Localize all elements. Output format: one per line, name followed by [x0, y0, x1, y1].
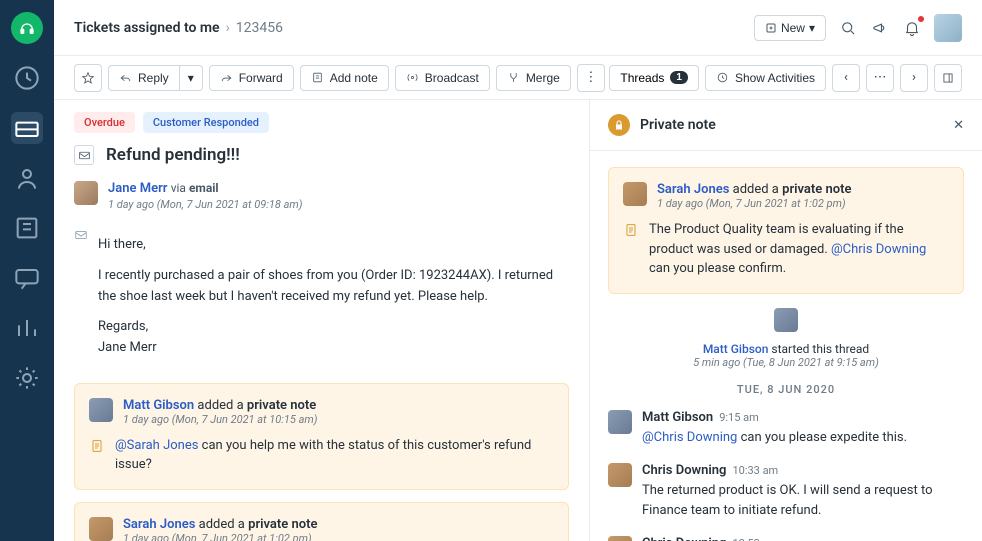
new-button-label: New — [781, 21, 805, 35]
close-button[interactable]: ✕ — [953, 118, 964, 133]
customer-message: Jane Merr via email 1 day ago (Mon, 7 Ju… — [74, 181, 569, 211]
customer-name[interactable]: Jane Merr — [108, 181, 167, 196]
more-nav-button[interactable]: ⋯ — [866, 64, 894, 92]
note1-avatar[interactable] — [89, 398, 113, 422]
announce-icon[interactable] — [870, 18, 890, 38]
page-header: Tickets assigned to me › 123456 New ▾ — [54, 0, 982, 56]
customer-avatar[interactable] — [74, 181, 98, 205]
thread-msg-0: Matt Gibson9:15 am @Chris Downing can yo… — [608, 410, 964, 448]
next-button[interactable]: › — [900, 64, 928, 92]
ticket-title: Refund pending!!! — [106, 145, 240, 165]
more-button[interactable]: ⋮ — [577, 64, 605, 92]
thread-msg-name[interactable]: Matt Gibson — [642, 410, 713, 425]
responded-badge: Customer Responded — [143, 112, 269, 133]
note2-time: 1 day ago (Mon, 7 Jun 2021 at 1:02 pm) — [123, 532, 317, 541]
user-avatar[interactable] — [934, 14, 962, 42]
mail-small-icon — [74, 228, 88, 242]
search-icon[interactable] — [838, 18, 858, 38]
msg-p1: Hi there, — [98, 235, 569, 256]
merge-button[interactable]: Merge — [496, 65, 571, 91]
forward-label: Forward — [239, 71, 283, 85]
show-activities-label: Show Activities — [735, 71, 815, 85]
thread-msg-name[interactable]: Chris Downing — [642, 536, 726, 541]
lock-icon — [608, 114, 630, 136]
star-button[interactable] — [74, 64, 102, 92]
thread-msg-2: Chris Downing12:53 pm Hey @Matt Gibson, … — [608, 536, 964, 541]
thread-msg-avatar[interactable] — [608, 463, 632, 487]
thread-starter-name[interactable]: Matt Gibson — [703, 342, 769, 356]
threads-button[interactable]: Threads 1 — [609, 65, 699, 91]
new-button[interactable]: New ▾ — [754, 15, 826, 41]
note-doc-icon — [89, 438, 105, 454]
note2-avatar[interactable] — [89, 517, 113, 541]
customer-msg-time: 1 day ago (Mon, 7 Jun 2021 at 09:18 am) — [108, 198, 569, 211]
reply-label: Reply — [138, 71, 169, 85]
app-logo[interactable] — [11, 12, 43, 44]
via-label: via email — [171, 181, 219, 195]
thread-msg-time: 9:15 am — [719, 411, 759, 424]
sidebar-item-solutions[interactable] — [11, 212, 43, 244]
panel-note-avatar[interactable] — [623, 182, 647, 206]
breadcrumb: Tickets assigned to me › 123456 — [74, 20, 283, 36]
broadcast-label: Broadcast — [425, 71, 479, 85]
private-note-panel: Private note ✕ Sarah Jones added a priva… — [590, 100, 982, 541]
show-activities-button[interactable]: Show Activities — [705, 65, 826, 91]
panel-note: Sarah Jones added a private note 1 day a… — [608, 167, 964, 294]
thread-start: Matt Gibson started this thread 5 min ag… — [608, 308, 964, 369]
mail-icon — [74, 145, 94, 165]
thread-msg-mention[interactable]: @Chris Downing — [642, 430, 737, 445]
msg-p4: Jane Merr — [98, 340, 157, 355]
customer-message-body: Hi there, I recently purchased a pair of… — [74, 225, 569, 369]
thread-starter-avatar[interactable] — [774, 308, 798, 332]
date-divider: TUE, 8 JUN 2020 — [608, 383, 964, 396]
private-note-1: Matt Gibson added a private note 1 day a… — [74, 383, 569, 490]
add-note-button[interactable]: Add note — [300, 65, 389, 91]
thread-msg-1: Chris Downing10:33 am The returned produ… — [608, 463, 964, 520]
add-note-label: Add note — [330, 71, 378, 85]
expand-button[interactable] — [934, 64, 962, 92]
private-note-2: Sarah Jones added a private note 1 day a… — [74, 502, 569, 541]
thread-msg-time: 10:33 am — [732, 464, 778, 477]
bell-icon[interactable] — [902, 18, 922, 38]
sidebar-item-contacts[interactable] — [11, 162, 43, 194]
conversation-panel: Overdue Customer Responded Refund pendin… — [54, 100, 590, 541]
overdue-badge: Overdue — [74, 112, 135, 133]
note-doc-icon — [623, 222, 639, 238]
reply-button[interactable]: Reply — [108, 65, 180, 91]
threads-label: Threads — [620, 71, 664, 85]
panel-note-author[interactable]: Sarah Jones — [657, 182, 729, 197]
breadcrumb-main[interactable]: Tickets assigned to me — [74, 20, 220, 36]
ticket-toolbar: Reply ▾ Forward Add note Broadcast Merge… — [54, 56, 982, 100]
panel-note-mention[interactable]: @Chris Downing — [831, 242, 926, 257]
note1-author[interactable]: Matt Gibson — [123, 398, 194, 413]
sidebar-item-reports[interactable] — [11, 312, 43, 344]
thread-msg-name[interactable]: Chris Downing — [642, 463, 726, 478]
msg-p3: Regards, — [98, 319, 148, 334]
threads-count: 1 — [670, 71, 688, 84]
note1-mention[interactable]: @Sarah Jones — [115, 438, 198, 453]
thread-msg-avatar[interactable] — [608, 410, 632, 434]
sidebar-item-settings[interactable] — [11, 362, 43, 394]
chevron-down-icon: ▾ — [809, 21, 815, 35]
thread-msg-avatar[interactable] — [608, 536, 632, 541]
sidebar-item-chat[interactable] — [11, 262, 43, 294]
reply-dropdown[interactable]: ▾ — [180, 65, 203, 91]
left-sidebar — [0, 0, 54, 541]
thread-start-time: 5 min ago (Tue, 8 Jun 2021 at 9:15 am) — [608, 356, 964, 369]
notification-dot — [918, 16, 924, 22]
thread-msg-time: 12:53 pm — [732, 537, 778, 541]
breadcrumb-id: 123456 — [236, 20, 283, 36]
sidebar-item-tickets[interactable] — [11, 112, 43, 144]
msg-p2: I recently purchased a pair of shoes fro… — [98, 266, 569, 308]
panel-note-time: 1 day ago (Mon, 7 Jun 2021 at 1:02 pm) — [657, 197, 851, 210]
merge-label: Merge — [526, 71, 560, 85]
prev-button[interactable]: ‹ — [832, 64, 860, 92]
forward-button[interactable]: Forward — [209, 65, 294, 91]
broadcast-button[interactable]: Broadcast — [395, 65, 490, 91]
sidebar-item-dashboard[interactable] — [11, 62, 43, 94]
note1-time: 1 day ago (Mon, 7 Jun 2021 at 10:15 am) — [123, 413, 317, 426]
private-note-title: Private note — [640, 117, 943, 133]
note2-author[interactable]: Sarah Jones — [123, 517, 195, 532]
chevron-right-icon: › — [226, 20, 230, 36]
